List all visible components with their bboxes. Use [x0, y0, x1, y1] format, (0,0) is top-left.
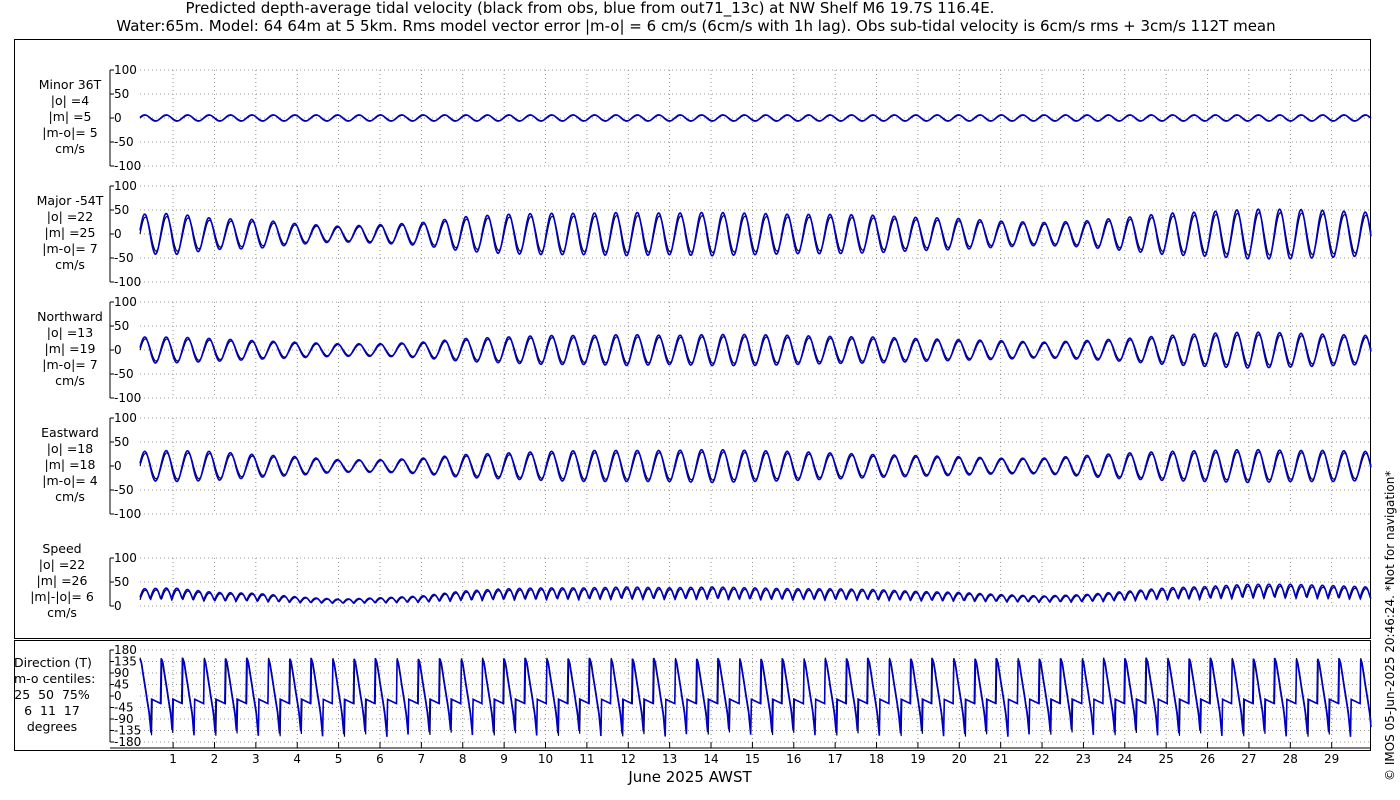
- x-tick-label: 19: [910, 752, 925, 766]
- x-tick-label: 24: [1117, 752, 1132, 766]
- panel-3: 100 50 0 -50 -100: [109, 411, 1372, 521]
- y-tick-label: 0: [114, 459, 122, 473]
- panel-1: 100 50 0 -50 -100: [109, 179, 1372, 289]
- y-tick-label: -50: [114, 251, 134, 265]
- y-tick-label: 100: [114, 179, 137, 193]
- x-tick-label: 18: [869, 752, 884, 766]
- x-tick-label: 6: [376, 752, 384, 766]
- x-tick-label: 25: [1159, 752, 1174, 766]
- copyright-notice: © IMOS 05-Jun-2025 20:46:24. *Not for na…: [1383, 470, 1397, 781]
- x-tick-label: 14: [703, 752, 718, 766]
- x-tick-label: 28: [1283, 752, 1298, 766]
- x-tick-label: 11: [579, 752, 594, 766]
- y-tick-label: 0: [114, 599, 122, 613]
- x-tick-label: 27: [1241, 752, 1256, 766]
- y-tick-label: -50: [114, 483, 134, 497]
- x-tick-label: 12: [621, 752, 636, 766]
- x-tick-label: 29: [1324, 752, 1339, 766]
- y-tick-label: 0: [114, 343, 122, 357]
- y-tick-label: 50: [114, 203, 129, 217]
- x-tick-label: 16: [786, 752, 801, 766]
- y-tick-label: -100: [114, 507, 141, 521]
- x-tick-label: 17: [828, 752, 843, 766]
- x-tick-label: 1: [169, 752, 177, 766]
- panel-2: 100 50 0 -50 -100: [109, 295, 1372, 405]
- x-tick-label: 22: [1034, 752, 1049, 766]
- y-tick-label: 100: [114, 295, 137, 309]
- model-series-line: [139, 657, 1372, 737]
- y-tick-label: -100: [114, 275, 141, 289]
- y-tick-label: 50: [114, 87, 129, 101]
- x-tick-label: 13: [662, 752, 677, 766]
- x-tick-label: 23: [1076, 752, 1091, 766]
- panel-0: 100 50 0 -50 -100: [109, 63, 1372, 173]
- tidal-velocity-chart: 100500-50-100100500-50-100100500-50-1001…: [109, 63, 1372, 766]
- obs-series-line: [139, 657, 1372, 737]
- y-tick-label: 0: [114, 227, 122, 241]
- y-tick-label: 50: [114, 575, 129, 589]
- y-tick-label: 100: [114, 411, 137, 425]
- x-tick-label: 2: [211, 752, 219, 766]
- x-tick-label: 20: [952, 752, 967, 766]
- x-tick-label: 9: [500, 752, 508, 766]
- y-tick-label: -100: [114, 159, 141, 173]
- x-tick-label: 7: [418, 752, 426, 766]
- y-tick-label: -50: [114, 135, 134, 149]
- y-tick-label: 100: [114, 551, 137, 565]
- x-tick-label: 3: [252, 752, 260, 766]
- x-tick-label: 15: [745, 752, 760, 766]
- x-tick-label: 21: [993, 752, 1008, 766]
- x-tick-label: 4: [293, 752, 301, 766]
- y-tick-label: 50: [114, 435, 129, 449]
- x-tick-label: 5: [335, 752, 343, 766]
- y-tick-label: 100: [114, 63, 137, 77]
- y-tick-label: 50: [114, 319, 129, 333]
- panel-4: 100 50 0: [109, 551, 1372, 613]
- y-tick-label: 0: [114, 111, 122, 125]
- x-axis-label: June 2025 AWST: [628, 768, 752, 786]
- y-tick-label: -180: [114, 735, 141, 749]
- x-tick-label: 10: [538, 752, 553, 766]
- y-tick-label: -100: [114, 391, 141, 405]
- x-tick-label: 26: [1200, 752, 1215, 766]
- panel-5: 18013590450-45-90-135-180: [109, 643, 1372, 749]
- model-series-line: [139, 583, 1372, 605]
- y-tick-label: -50: [114, 367, 134, 381]
- x-tick-label: 8: [459, 752, 467, 766]
